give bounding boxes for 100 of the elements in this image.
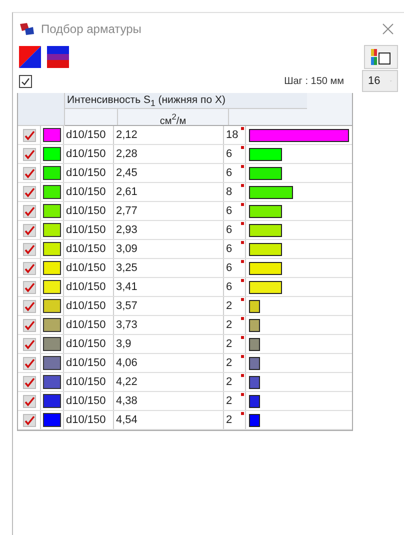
bar: [249, 186, 293, 198]
color-swatch[interactable]: [43, 185, 61, 199]
color-swatch[interactable]: [43, 128, 61, 142]
table-cell: d10/150: [64, 411, 114, 429]
count-label: 2: [226, 414, 232, 426]
count-label: 6: [226, 243, 232, 255]
table-cell: d10/150: [64, 297, 114, 315]
count-label: 2: [226, 300, 232, 312]
unit-header: см$^{2}$/м: [118, 109, 229, 125]
step-label: Шаг : 150 мм: [284, 76, 344, 86]
table-cell: 3,73: [114, 316, 224, 334]
bar: [249, 376, 260, 388]
row-checkbox[interactable]: [22, 338, 36, 350]
row-checkbox[interactable]: [22, 204, 36, 218]
color-swatch[interactable]: [43, 337, 61, 351]
color-swatch[interactable]: [43, 223, 61, 237]
count-label: 18: [226, 129, 238, 141]
marker-icon: [241, 241, 244, 244]
table-cell: d10/150: [64, 221, 114, 239]
color-swatch[interactable]: [43, 166, 61, 180]
marker-icon: [241, 298, 244, 301]
row-checkbox[interactable]: [22, 300, 36, 312]
marker-icon: [241, 146, 244, 149]
count-label: 6: [226, 205, 232, 217]
marker-icon: [241, 127, 244, 130]
count-label: 6: [226, 281, 232, 293]
color-swatch[interactable]: [43, 242, 61, 256]
row-checkbox[interactable]: [22, 242, 36, 256]
row-checkbox[interactable]: [22, 414, 36, 426]
count-label: 8: [226, 186, 232, 198]
close-icon[interactable]: [382, 23, 394, 35]
table-cell: 3,9: [114, 335, 224, 353]
color-swatch[interactable]: [43, 356, 61, 370]
row-checkbox[interactable]: [22, 394, 36, 408]
bar: [249, 338, 260, 350]
row-checkbox[interactable]: [22, 148, 36, 160]
row-checkbox[interactable]: [22, 166, 36, 180]
row-checkbox[interactable]: [22, 280, 36, 294]
bar: [249, 300, 260, 312]
legend-icon: [370, 48, 392, 66]
diagonal-color-icon[interactable]: [19, 46, 41, 68]
bar: [249, 148, 282, 160]
table-cell: d10/150: [64, 373, 114, 391]
color-swatch[interactable]: [43, 413, 61, 427]
row-checkbox[interactable]: [22, 356, 36, 370]
window-title: Подбор арматуры: [41, 22, 142, 36]
row-checkbox[interactable]: [22, 128, 36, 142]
count-label: 2: [226, 395, 232, 407]
bar: [249, 242, 282, 256]
table-cell: 3,25: [114, 259, 224, 277]
table-cell: 2,61: [114, 183, 224, 201]
color-swatch[interactable]: [43, 394, 61, 408]
bar: [249, 318, 260, 332]
legend-button[interactable]: [364, 45, 398, 69]
table-cell: d10/150: [64, 164, 114, 182]
marker-icon: [241, 412, 244, 415]
row-checkbox[interactable]: [22, 186, 36, 198]
checkbox[interactable]: [19, 74, 32, 88]
table-cell: d10/150: [64, 145, 114, 163]
color-swatch[interactable]: [43, 375, 61, 389]
row-checkbox[interactable]: [22, 262, 36, 274]
row-checkbox[interactable]: [22, 376, 36, 388]
marker-icon: [241, 393, 244, 396]
count-label: 2: [226, 376, 232, 388]
table-cell: 2,77: [114, 202, 224, 220]
table-cell: 2,28: [114, 145, 224, 163]
striped-color-icon[interactable]: [47, 46, 69, 68]
bar: [249, 394, 260, 408]
table-cell: d10/150: [64, 335, 114, 353]
color-swatch[interactable]: [43, 299, 61, 313]
bar: [249, 262, 282, 274]
table-cell: d10/150: [64, 183, 114, 201]
marker-icon: [241, 355, 244, 358]
count-label: 2: [226, 338, 232, 350]
table-cell: 2,93: [114, 221, 224, 239]
color-swatch[interactable]: [43, 204, 61, 218]
row-checkbox[interactable]: [22, 224, 36, 236]
table-cell: d10/150: [64, 316, 114, 334]
bar: [249, 204, 282, 218]
color-swatch[interactable]: [43, 261, 61, 275]
color-swatch[interactable]: [43, 147, 61, 161]
color-swatch[interactable]: [43, 318, 61, 332]
table-cell: d10/150: [64, 202, 114, 220]
bar: [249, 224, 282, 236]
row-checkbox[interactable]: [22, 318, 36, 332]
table-cell: d10/150: [64, 278, 114, 296]
bar: [249, 166, 282, 180]
count-dropdown[interactable]: 16: [362, 70, 398, 92]
table-cell: 4,54: [114, 411, 224, 429]
table-cell: d10/150: [64, 354, 114, 372]
marker-icon: [241, 336, 244, 339]
table-cell: 4,38: [114, 392, 224, 410]
table-cell: d10/150: [64, 259, 114, 277]
count-label: 6: [226, 224, 232, 236]
marker-icon: [241, 165, 244, 168]
table-cell: d10/150: [64, 240, 114, 258]
color-swatch[interactable]: [43, 280, 61, 294]
bar: [249, 280, 282, 294]
app-icon: [19, 22, 35, 36]
count-label: 6: [226, 262, 232, 274]
